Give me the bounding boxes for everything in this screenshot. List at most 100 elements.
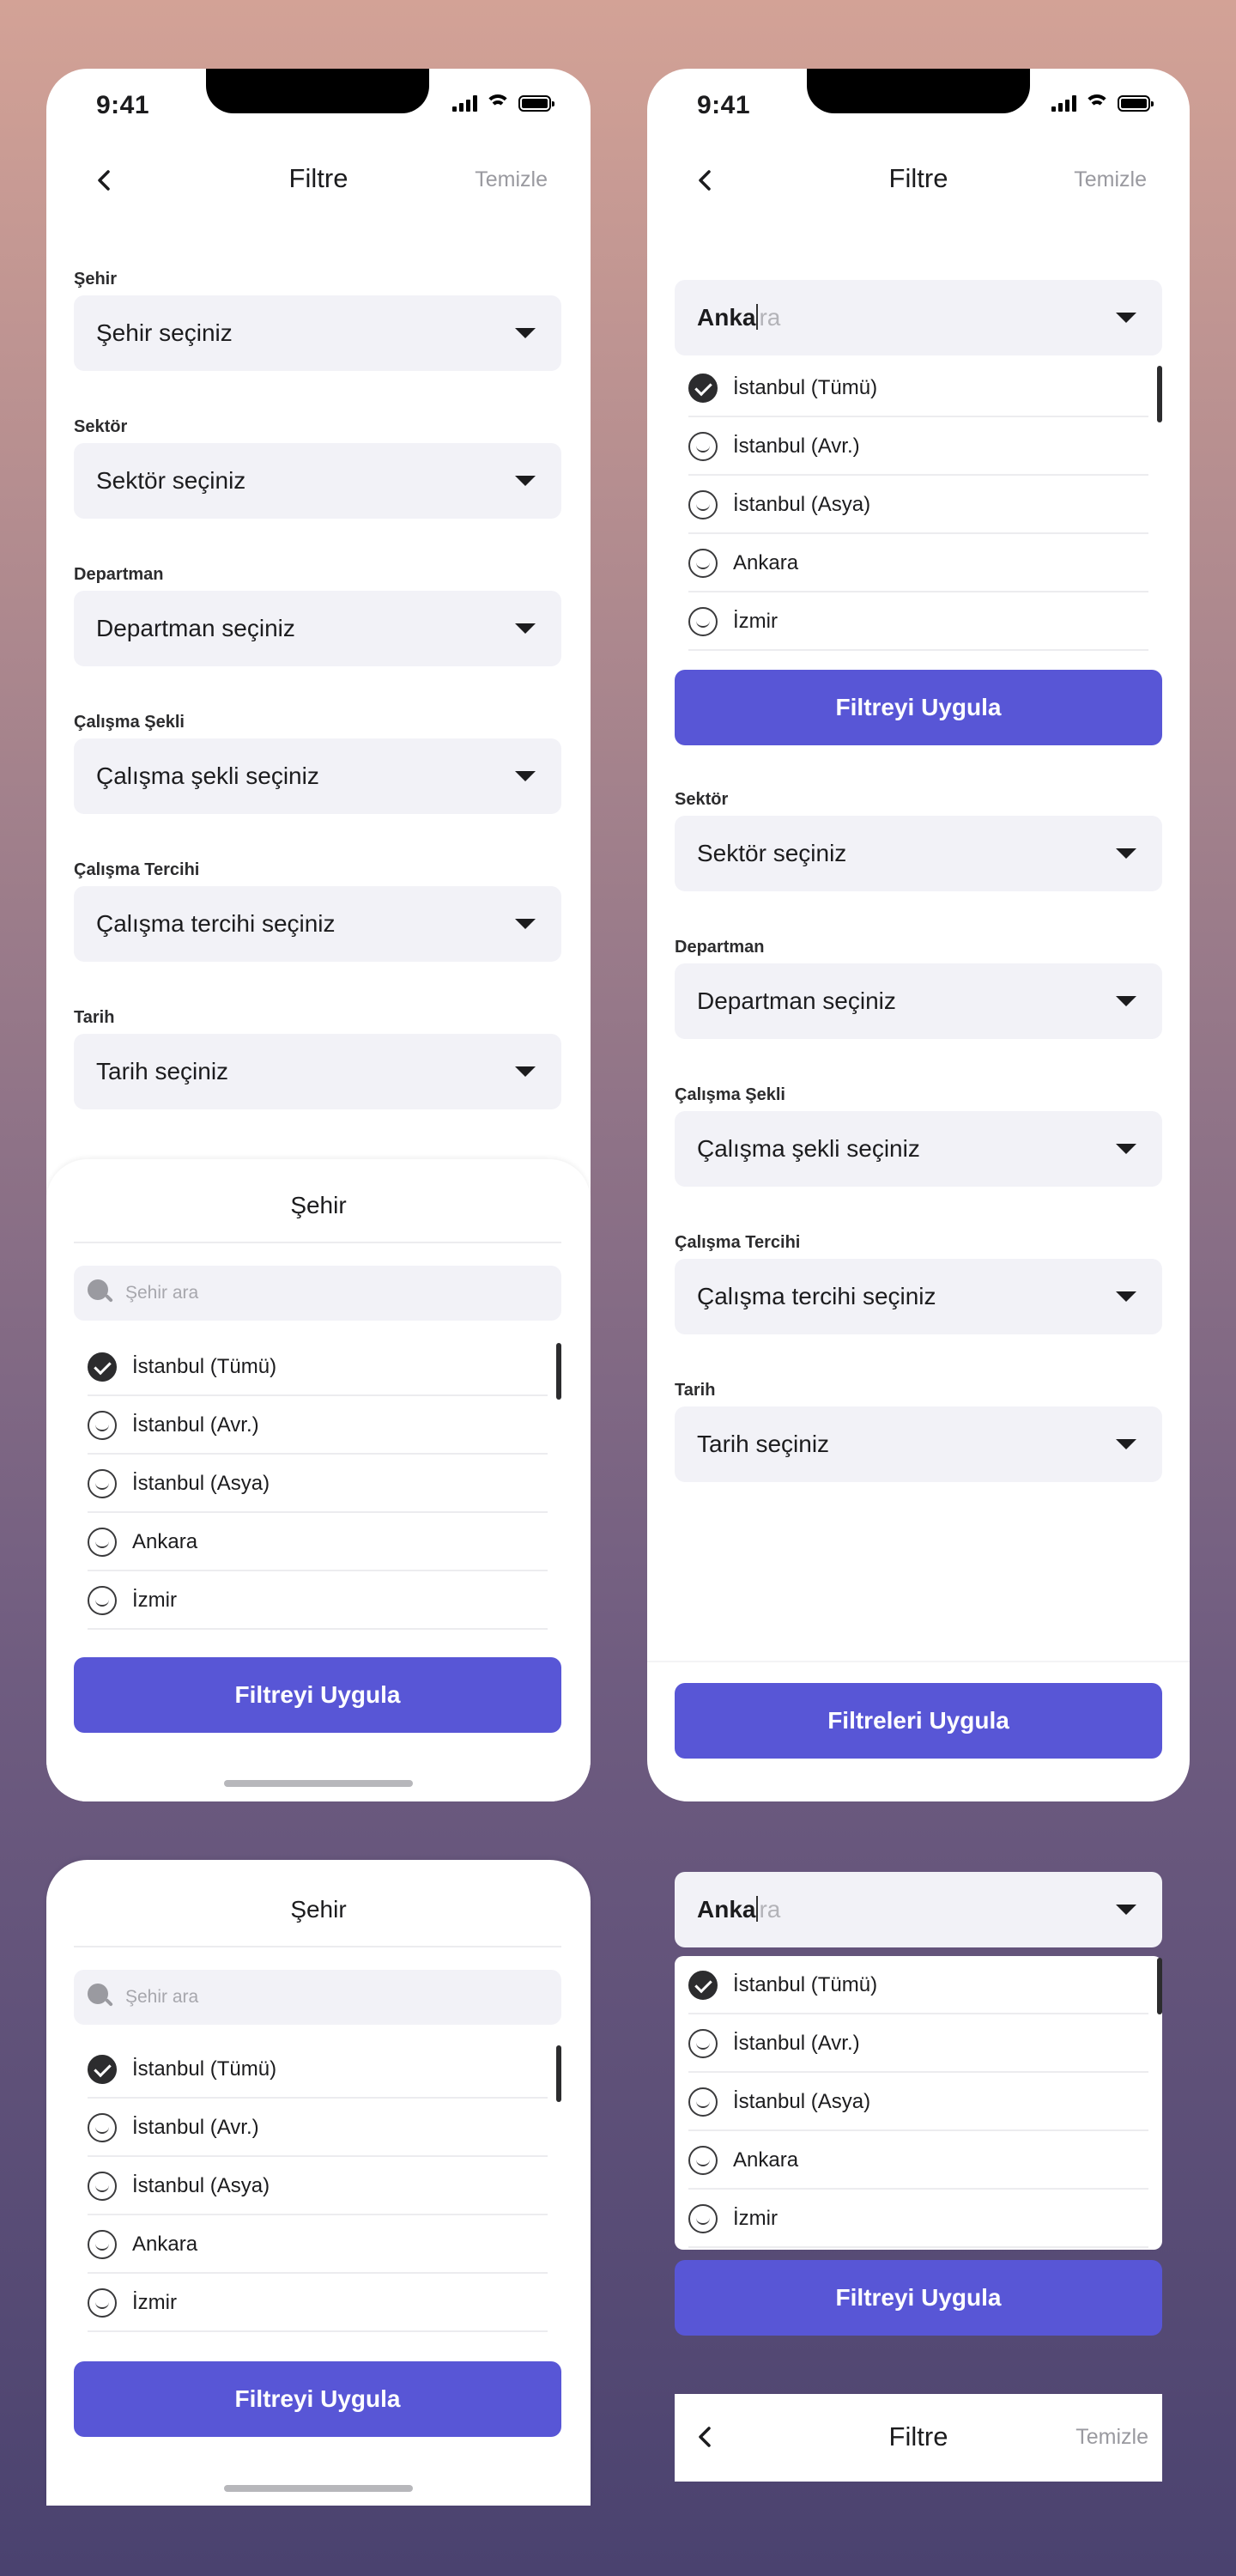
apply-filter-button[interactable]: Filtreyi Uygula	[675, 670, 1162, 745]
sector-select[interactable]: Sektör seçiniz	[74, 443, 561, 519]
clear-button[interactable]: Temizle	[1075, 2425, 1148, 2450]
list-item[interactable]: İzmir	[88, 1571, 548, 1630]
list-item[interactable]: İstanbul (Tümü)	[88, 2040, 548, 2099]
list-item[interactable]: İstanbul (Asya)	[688, 476, 1148, 534]
sector-label: Sektör	[675, 790, 729, 809]
list-item[interactable]: İstanbul (Tümü)	[688, 359, 1148, 417]
sector-select[interactable]: Sektör seçiniz	[675, 816, 1162, 891]
list-item[interactable]: İstanbul (Tümü)	[88, 1338, 548, 1396]
status-icons	[452, 94, 554, 112]
list-item[interactable]: İzmir	[688, 592, 1148, 651]
autocomplete-suggestion: ra	[759, 1896, 781, 1923]
divider	[74, 1242, 561, 1243]
list-item[interactable]: İstanbul (Avr.)	[88, 1396, 548, 1455]
list-item[interactable]: İstanbul (Tümü)	[688, 1956, 1148, 2014]
city-label: Şehir	[74, 270, 118, 289]
list-item[interactable]: İstanbul (Avr.)	[688, 417, 1148, 476]
divider	[688, 649, 1148, 651]
work-type-select-value: Çalışma şekli seçiniz	[96, 762, 319, 789]
city-autocomplete-input[interactable]: Anka ra	[675, 280, 1162, 355]
nav-bar: Filtre Temizle	[647, 146, 1190, 215]
radio-unchecked-icon	[688, 432, 718, 461]
date-select[interactable]: Tarih seçiniz	[675, 1406, 1162, 1482]
caret-down-icon	[515, 328, 536, 338]
radio-unchecked-icon	[88, 2230, 117, 2259]
option-label: Ankara	[132, 1530, 198, 1553]
city-bottom-sheet: Şehir Şehir ara İstanbul (Tümü) İstanbul…	[46, 1159, 591, 1801]
apply-filter-button[interactable]: Filtreyi Uygula	[675, 2260, 1162, 2336]
city-autocomplete-input[interactable]: Anka ra	[675, 1872, 1162, 1947]
list-item[interactable]: İzmir	[688, 2190, 1148, 2248]
city-select[interactable]: Şehir seçiniz	[74, 295, 561, 371]
work-type-select[interactable]: Çalışma şekli seçiniz	[74, 738, 561, 814]
option-label: İstanbul (Tümü)	[733, 1973, 878, 1996]
work-preference-label: Çalışma Tercihi	[675, 1233, 801, 1252]
status-icons	[1051, 94, 1154, 112]
caret-down-icon	[515, 623, 536, 634]
status-time: 9:41	[697, 91, 751, 119]
list-item[interactable]: Ankara	[688, 2131, 1148, 2190]
list-item[interactable]: Ankara	[88, 1513, 548, 1571]
phone-filter-with-dropdown: 9:41 Filtre Temizle Anka ra İstanbul (Tüm…	[647, 69, 1190, 1801]
work-preference-select[interactable]: Çalışma tercihi seçiniz	[74, 886, 561, 962]
list-item[interactable]: İstanbul (Avr.)	[88, 2099, 548, 2157]
caret-down-icon	[1116, 1439, 1136, 1449]
apply-filters-button[interactable]: Filtreleri Uygula	[675, 1683, 1162, 1759]
option-label: İstanbul (Tümü)	[733, 376, 878, 399]
work-type-select[interactable]: Çalışma şekli seçiniz	[675, 1111, 1162, 1187]
caret-down-icon	[515, 476, 536, 486]
typed-text: Anka	[697, 1896, 756, 1923]
radio-unchecked-icon	[88, 1411, 117, 1440]
search-placeholder: Şehir ara	[125, 1283, 199, 1303]
device-notch	[206, 69, 429, 113]
list-item[interactable]: İstanbul (Asya)	[88, 1455, 548, 1513]
department-label: Departman	[74, 565, 164, 584]
work-preference-select[interactable]: Çalışma tercihi seçiniz	[675, 1259, 1162, 1334]
option-label: İzmir	[733, 610, 778, 633]
cellular-signal-icon	[452, 94, 477, 112]
caret-down-icon	[1116, 313, 1136, 323]
caret-down-icon	[1116, 1291, 1136, 1302]
city-search-input[interactable]: Şehir ara	[74, 1266, 561, 1321]
list-item[interactable]: Ankara	[688, 534, 1148, 592]
radio-unchecked-icon	[688, 2087, 718, 2117]
clear-button[interactable]: Temizle	[1074, 167, 1147, 192]
list-item[interactable]: İstanbul (Asya)	[88, 2157, 548, 2215]
option-label: İzmir	[733, 2207, 778, 2230]
radio-unchecked-icon	[688, 2029, 718, 2058]
department-label: Departman	[675, 938, 765, 957]
department-select[interactable]: Departman seçiniz	[675, 963, 1162, 1039]
date-select-value: Tarih seçiniz	[96, 1058, 229, 1084]
date-select[interactable]: Tarih seçiniz	[74, 1034, 561, 1109]
sheet-title: Şehir	[290, 1192, 347, 1218]
search-icon	[88, 1279, 115, 1307]
radio-unchecked-icon	[688, 2146, 718, 2175]
caret-down-icon	[1116, 848, 1136, 859]
list-item[interactable]: İstanbul (Avr.)	[688, 2014, 1148, 2073]
radio-unchecked-icon	[688, 490, 718, 519]
city-input-value: Anka ra	[697, 304, 780, 331]
apply-filter-button[interactable]: Filtreyi Uygula	[74, 1657, 561, 1733]
search-icon	[88, 1984, 115, 2011]
department-select[interactable]: Departman seçiniz	[74, 591, 561, 666]
list-item[interactable]: İstanbul (Asya)	[688, 2073, 1148, 2131]
department-select-value: Departman seçiniz	[96, 615, 295, 641]
option-label: İstanbul (Asya)	[733, 2090, 871, 2113]
wifi-icon	[486, 94, 510, 112]
city-search-input[interactable]: Şehir ara	[74, 1970, 561, 2025]
scrollbar[interactable]	[556, 1343, 561, 1400]
option-label: İstanbul (Avr.)	[132, 2116, 259, 2139]
work-preference-label: Çalışma Tercihi	[74, 860, 200, 879]
scrollbar[interactable]	[1157, 1958, 1162, 2014]
scrollbar[interactable]	[556, 2045, 561, 2102]
scrollbar[interactable]	[1157, 366, 1162, 422]
apply-filter-button[interactable]: Filtreyi Uygula	[74, 2361, 561, 2437]
radio-unchecked-icon	[688, 607, 718, 636]
wifi-icon	[1085, 94, 1109, 112]
sector-label: Sektör	[74, 417, 128, 436]
list-item[interactable]: İzmir	[88, 2274, 548, 2332]
option-label: İstanbul (Tümü)	[132, 1355, 277, 1378]
device-notch	[807, 69, 1030, 113]
clear-button[interactable]: Temizle	[475, 167, 548, 192]
list-item[interactable]: Ankara	[88, 2215, 548, 2274]
